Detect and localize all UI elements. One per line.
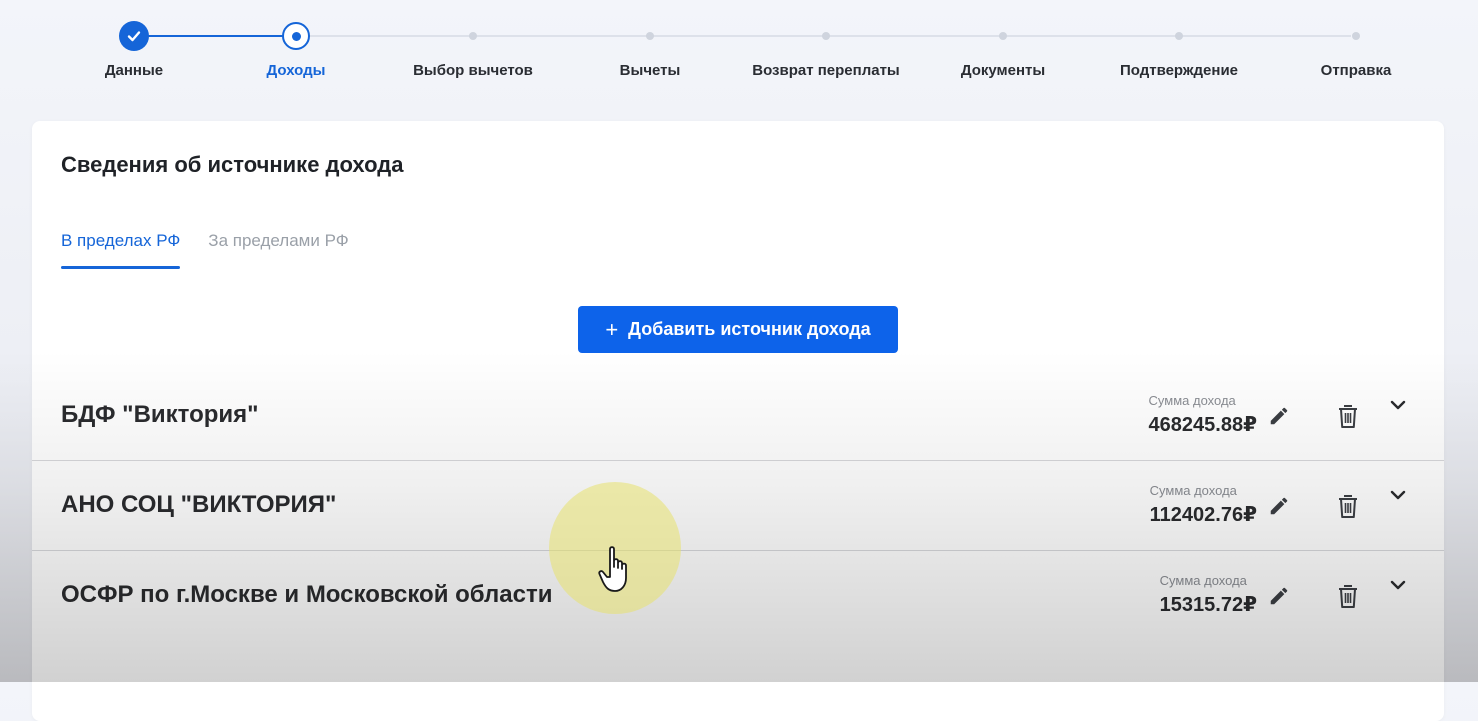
income-amount-label: Сумма дохода bbox=[1159, 573, 1247, 588]
pencil-icon[interactable] bbox=[1266, 583, 1292, 609]
step-dot-icon bbox=[1352, 32, 1360, 40]
income-source-name: ОСФР по г.Москве и Московской области bbox=[61, 581, 553, 608]
income-source-row: ОСФР по г.Москве и Московской области Су… bbox=[32, 551, 1444, 640]
income-source-name: БДФ "Виктория" bbox=[61, 401, 259, 428]
tab-within-russia[interactable]: В пределах РФ bbox=[61, 231, 181, 269]
step-otpravka[interactable]: Отправка bbox=[1266, 0, 1446, 90]
income-source-name: АНО СОЦ "ВИКТОРИЯ" bbox=[61, 491, 337, 518]
chevron-down-icon[interactable] bbox=[1386, 573, 1410, 597]
add-income-source-button[interactable]: + Добавить источник дохода bbox=[578, 306, 898, 353]
chevron-down-icon[interactable] bbox=[1386, 393, 1410, 417]
trash-icon[interactable] bbox=[1334, 583, 1362, 611]
income-amount: Сумма дохода 468245.88₽ bbox=[1149, 393, 1257, 437]
check-icon bbox=[119, 21, 149, 51]
step-dot-icon bbox=[999, 32, 1007, 40]
step-label: Возврат переплаты bbox=[752, 62, 900, 79]
step-vybor-vychetov[interactable]: Выбор вычетов bbox=[383, 0, 563, 90]
step-label: Доходы bbox=[266, 62, 326, 79]
card-title: Сведения об источнике дохода bbox=[61, 152, 404, 177]
step-podtverzhdenie[interactable]: Подтверждение bbox=[1089, 0, 1269, 90]
income-amount-value: 15315.72₽ bbox=[1159, 594, 1257, 616]
plus-icon: + bbox=[605, 316, 619, 342]
trash-icon[interactable] bbox=[1334, 493, 1362, 521]
progress-stepper: Данные Доходы Выбор вычетов Вычеты Возвр… bbox=[0, 0, 1478, 100]
step-dokumenty[interactable]: Документы bbox=[913, 0, 1093, 90]
step-label: Подтверждение bbox=[1119, 62, 1239, 79]
add-income-source-label: Добавить источник дохода bbox=[628, 319, 871, 339]
income-amount: Сумма дохода 15315.72₽ bbox=[1160, 573, 1257, 617]
income-source-list: БДФ "Виктория" Сумма дохода 468245.88₽ А… bbox=[32, 371, 1444, 640]
step-label: Отправка bbox=[1320, 62, 1392, 79]
pencil-icon[interactable] bbox=[1266, 403, 1292, 429]
step-dot-icon bbox=[822, 32, 830, 40]
step-dot-icon bbox=[469, 32, 477, 40]
income-amount-label: Сумма дохода bbox=[1148, 393, 1236, 408]
step-label: Вычеты bbox=[619, 62, 681, 79]
income-source-row: БДФ "Виктория" Сумма дохода 468245.88₽ bbox=[32, 371, 1444, 461]
income-amount-label: Сумма дохода bbox=[1149, 483, 1237, 498]
income-source-row: АНО СОЦ "ВИКТОРИЯ" Сумма дохода 112402.7… bbox=[32, 461, 1444, 551]
tab-outside-russia[interactable]: За пределами РФ bbox=[208, 231, 348, 269]
step-label: Выбор вычетов bbox=[413, 62, 533, 79]
step-vozvrat-pereplaty[interactable]: Возврат переплаты bbox=[736, 0, 916, 90]
step-label: Данные bbox=[104, 62, 164, 79]
step-dokhody[interactable]: Доходы bbox=[206, 0, 386, 90]
chevron-down-icon[interactable] bbox=[1386, 483, 1410, 507]
income-amount-value: 112402.76₽ bbox=[1149, 504, 1257, 526]
trash-icon[interactable] bbox=[1334, 403, 1362, 431]
income-source-card: Сведения об источнике дохода В пределах … bbox=[32, 121, 1444, 721]
pencil-icon[interactable] bbox=[1266, 493, 1292, 519]
step-dot-icon bbox=[646, 32, 654, 40]
step-dot-icon bbox=[1175, 32, 1183, 40]
current-step-icon bbox=[282, 22, 310, 50]
income-amount-value: 468245.88₽ bbox=[1148, 414, 1257, 436]
step-vychety[interactable]: Вычеты bbox=[560, 0, 740, 90]
step-label: Документы bbox=[960, 62, 1046, 79]
income-amount: Сумма дохода 112402.76₽ bbox=[1150, 483, 1257, 527]
location-tabs: В пределах РФ За пределами РФ bbox=[61, 231, 349, 269]
step-dannye[interactable]: Данные bbox=[44, 0, 224, 90]
